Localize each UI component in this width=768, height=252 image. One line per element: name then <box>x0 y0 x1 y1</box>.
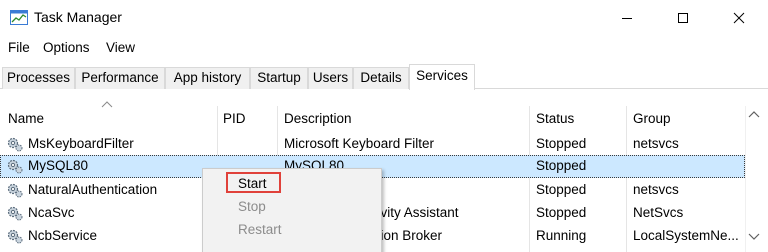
service-gear-icon <box>7 137 23 152</box>
service-status: Stopped <box>536 205 587 220</box>
close-button[interactable] <box>716 0 762 36</box>
start-highlight-box <box>226 172 281 193</box>
tab-startup[interactable]: Startup <box>250 67 308 89</box>
service-group: LocalSystemNe... <box>633 228 739 243</box>
tab-details[interactable]: Details <box>353 67 409 89</box>
tab-processes[interactable]: Processes <box>2 67 75 89</box>
scroll-down-icon[interactable] <box>748 233 760 241</box>
service-status: Running <box>536 228 587 243</box>
menu-options[interactable]: Options <box>43 40 90 55</box>
column-status[interactable]: Status <box>536 111 574 126</box>
column-header: Name PID Description Status Group <box>0 106 768 130</box>
close-icon <box>733 12 745 24</box>
service-name: NaturalAuthentication <box>28 182 158 197</box>
context-menu-stop[interactable]: Stop <box>238 199 266 214</box>
service-gear-icon <box>7 229 23 244</box>
title-bar: Task Manager <box>0 0 768 36</box>
service-status: Stopped <box>536 182 587 197</box>
service-name: NcaSvc <box>28 205 75 220</box>
service-gear-icon <box>7 183 23 198</box>
service-status: Stopped <box>536 136 587 151</box>
scroll-up-icon[interactable] <box>748 110 760 118</box>
maximize-button[interactable] <box>660 0 706 36</box>
minimize-icon <box>622 18 632 19</box>
service-status: Stopped <box>536 158 587 173</box>
service-name: NcbService <box>28 228 98 243</box>
column-name[interactable]: Name <box>8 111 44 126</box>
service-group: NetSvcs <box>633 205 684 220</box>
service-name: MySQL80 <box>28 158 89 173</box>
service-gear-icon <box>7 206 23 221</box>
column-group[interactable]: Group <box>633 111 671 126</box>
table-row[interactable]: MsKeyboardFilter Microsoft Keyboard Filt… <box>0 133 745 156</box>
tab-app-history[interactable]: App history <box>165 67 250 89</box>
minimize-button[interactable] <box>604 0 650 36</box>
vertical-scrollbar[interactable] <box>745 106 746 252</box>
menu-file[interactable]: File <box>8 40 30 55</box>
service-gear-icon <box>7 159 23 174</box>
context-menu-restart[interactable]: Restart <box>238 222 282 237</box>
menu-bar: File Options View <box>0 38 768 60</box>
service-group: netsvcs <box>633 182 679 197</box>
task-manager-window: Task Manager File Options View Processes… <box>0 0 768 252</box>
tab-performance[interactable]: Performance <box>75 67 165 89</box>
window-title: Task Manager <box>34 9 122 25</box>
tab-services[interactable]: Services <box>409 64 475 90</box>
service-name: MsKeyboardFilter <box>28 136 134 151</box>
maximize-icon <box>678 13 688 23</box>
tab-users[interactable]: Users <box>308 67 353 89</box>
service-description: Microsoft Keyboard Filter <box>284 136 435 151</box>
task-manager-icon <box>10 10 28 25</box>
service-group: netsvcs <box>633 136 679 151</box>
column-pid[interactable]: PID <box>223 111 246 126</box>
menu-view[interactable]: View <box>106 40 135 55</box>
column-description[interactable]: Description <box>284 111 352 126</box>
